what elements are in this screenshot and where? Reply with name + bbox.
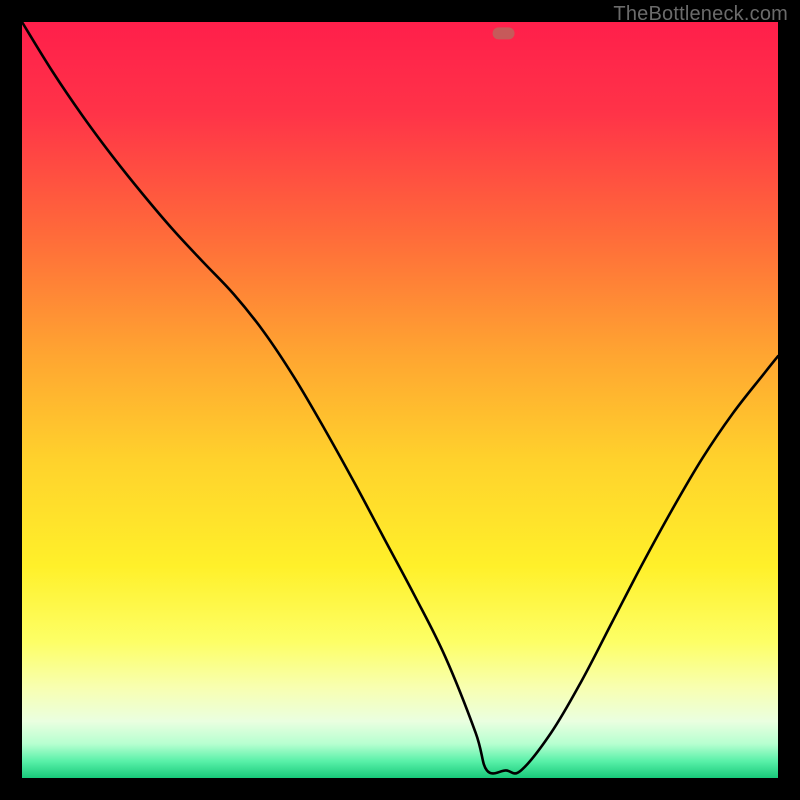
watermark-text: TheBottleneck.com	[613, 3, 788, 26]
chart-container: TheBottleneck.com	[0, 0, 800, 800]
optimal-marker	[493, 27, 515, 39]
gradient-background	[22, 22, 778, 778]
bottleneck-chart	[0, 0, 800, 800]
